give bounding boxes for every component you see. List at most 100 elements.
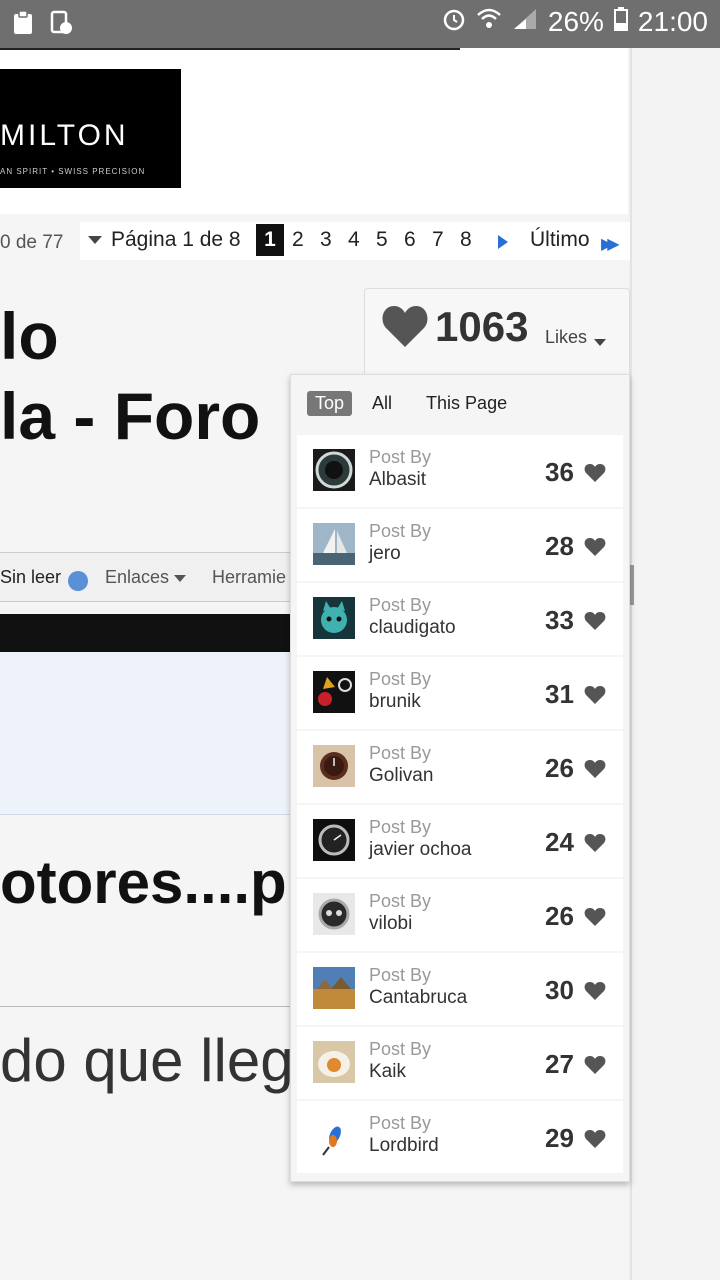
like-count: 30 — [545, 975, 574, 1005]
tab-all[interactable]: All — [364, 391, 400, 416]
tab-top[interactable]: Top — [307, 390, 353, 416]
last-page-link[interactable]: Último — [530, 228, 590, 252]
like-count: 27 — [545, 1049, 574, 1079]
page-6-link[interactable]: 6 — [404, 228, 416, 252]
username-link[interactable]: Golivan — [369, 765, 433, 787]
battery-percent: 26% — [547, 6, 604, 37]
likes-dropdown: Top All This Page Post By Albasit 36 Pos… — [290, 374, 630, 1182]
username-link[interactable]: javier ochoa — [369, 839, 471, 861]
list-item[interactable]: Post By brunik 31 — [297, 657, 623, 729]
page-4-link[interactable]: 4 — [348, 228, 360, 252]
menu-links[interactable]: Enlaces — [105, 567, 169, 588]
list-item[interactable]: Post By vilobi 26 — [297, 879, 623, 951]
username-link[interactable]: Cantabruca — [369, 987, 467, 1009]
clipboard-icon — [12, 10, 34, 36]
likes-summary[interactable]: 1063 Likes — [364, 288, 630, 384]
signal-icon — [512, 6, 538, 38]
post-body: do que lleg — [0, 1027, 294, 1094]
list-item[interactable]: Post By jero 28 — [297, 509, 623, 581]
like-count: 26 — [545, 753, 574, 783]
page-2-link[interactable]: 2 — [292, 228, 304, 252]
likes-tabs: Top All This Page — [307, 389, 533, 417]
brand-logo[interactable]: MILTON AN SPIRIT • SWISS PRECISION — [0, 69, 181, 188]
page-dropdown-icon[interactable] — [88, 236, 102, 244]
page-7-link[interactable]: 7 — [432, 228, 444, 252]
thread-title-line1: lo — [0, 299, 59, 373]
username-link[interactable]: Albasit — [369, 469, 426, 491]
post-by-label: Post By — [369, 965, 432, 985]
page-1-link[interactable]: 1 — [256, 224, 284, 256]
list-item[interactable]: Post By Cantabruca 30 — [297, 953, 623, 1025]
list-item[interactable]: Post By claudigato 33 — [297, 583, 623, 655]
username-link[interactable]: Lordbird — [369, 1135, 439, 1157]
logo-subtext: AN SPIRIT • SWISS PRECISION — [0, 167, 146, 176]
avatar[interactable] — [313, 1115, 355, 1157]
page-3-link[interactable]: 3 — [320, 228, 332, 252]
likes-total: 1063 — [435, 303, 529, 350]
heart-icon — [584, 760, 606, 778]
heart-icon — [584, 982, 606, 1000]
tab-this-page[interactable]: This Page — [418, 391, 515, 416]
battery-icon — [613, 6, 628, 38]
avatar[interactable] — [313, 893, 355, 935]
heart-icon — [584, 538, 606, 556]
post-by-label: Post By — [369, 447, 432, 467]
page-label[interactable]: Página 1 de 8 — [111, 228, 241, 252]
heart-icon — [584, 686, 606, 704]
page-5-link[interactable]: 5 — [376, 228, 388, 252]
likes-list: Post By Albasit 36 Post By jero 28 Post … — [297, 435, 623, 1175]
username-link[interactable]: vilobi — [369, 913, 412, 935]
username-link[interactable]: brunik — [369, 691, 421, 713]
alarm-icon — [442, 6, 466, 38]
avatar[interactable] — [313, 523, 355, 565]
like-count: 29 — [545, 1123, 574, 1153]
avatar[interactable] — [313, 819, 355, 861]
unread-badge-icon[interactable] — [68, 571, 88, 591]
status-bar: 26% 21:00 — [0, 0, 720, 48]
heart-icon — [584, 612, 606, 630]
heart-icon — [584, 908, 606, 926]
like-count: 31 — [545, 679, 574, 709]
username-link[interactable]: jero — [369, 543, 401, 565]
last-page-icon[interactable]: ▶▶ — [601, 234, 619, 254]
avatar[interactable] — [313, 449, 355, 491]
post-by-label: Post By — [369, 521, 432, 541]
pagination: 0 de 77 Página 1 de 8 1 2 3 4 5 6 7 8 Úl… — [0, 222, 630, 262]
list-item[interactable]: Post By Lordbird 29 — [297, 1101, 623, 1173]
heart-icon — [382, 306, 428, 347]
screenshot-icon — [50, 10, 72, 36]
heart-icon — [584, 834, 606, 852]
avatar[interactable] — [313, 597, 355, 639]
post-by-label: Post By — [369, 817, 432, 837]
list-item[interactable]: Post By Golivan 26 — [297, 731, 623, 803]
username-link[interactable]: Kaik — [369, 1061, 406, 1083]
avatar[interactable] — [313, 1041, 355, 1083]
avatar[interactable] — [313, 967, 355, 1009]
next-page-icon[interactable] — [498, 235, 508, 249]
chevron-down-icon[interactable] — [174, 575, 186, 582]
like-count: 36 — [545, 457, 574, 487]
post-by-label: Post By — [369, 669, 432, 689]
page-8-link[interactable]: 8 — [460, 228, 472, 252]
menu-unread[interactable]: Sin leer — [0, 567, 61, 588]
chevron-down-icon[interactable] — [594, 339, 606, 346]
list-item[interactable]: Post By Kaik 27 — [297, 1027, 623, 1099]
post-by-label: Post By — [369, 743, 432, 763]
post-by-label: Post By — [369, 1039, 432, 1059]
post-by-label: Post By — [369, 595, 432, 615]
list-item[interactable]: Post By javier ochoa 24 — [297, 805, 623, 877]
logo-text: MILTON — [0, 119, 129, 152]
banner: MILTON AN SPIRIT • SWISS PRECISION — [0, 48, 628, 214]
result-count: 0 de 77 — [0, 232, 64, 253]
like-count: 24 — [545, 827, 574, 857]
list-item[interactable]: Post By Albasit 36 — [297, 435, 623, 507]
wifi-icon — [476, 6, 502, 38]
avatar[interactable] — [313, 745, 355, 787]
heart-icon — [584, 464, 606, 482]
divider — [0, 48, 460, 50]
avatar[interactable] — [313, 671, 355, 713]
like-count: 33 — [545, 605, 574, 635]
clock: 21:00 — [637, 6, 708, 37]
username-link[interactable]: claudigato — [369, 617, 456, 639]
menu-tools[interactable]: Herramie — [212, 567, 286, 588]
